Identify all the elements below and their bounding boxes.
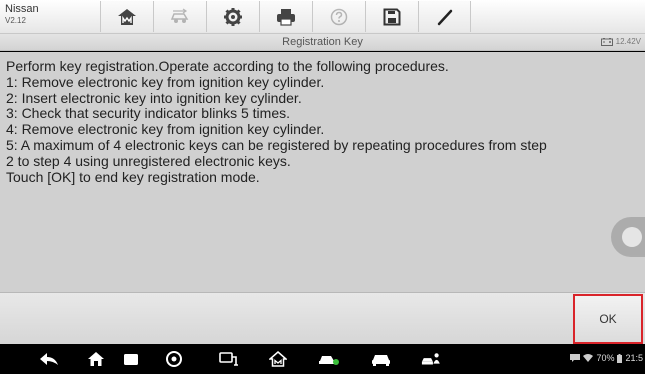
vci-button[interactable] (218, 350, 240, 368)
car-icon (372, 355, 390, 366)
printer-icon (277, 8, 295, 26)
instruction-line: Perform key registration.Operate accordi… (6, 58, 449, 74)
pen-button[interactable] (418, 1, 471, 32)
instruction-line: Touch [OK] to end key registration mode. (6, 168, 260, 185)
help-icon (330, 8, 348, 25)
instruction-line: 3: Check that security indicator blinks … (6, 105, 291, 122)
vehicle-make: Nissan (5, 3, 39, 15)
car-people-button[interactable] (421, 350, 443, 368)
chrome-button[interactable] (163, 350, 185, 368)
android-home-icon (88, 352, 104, 366)
battery-percent: 70% (596, 353, 615, 363)
toolbar-buttons (100, 1, 471, 32)
instruction-line: 2: Insert electronic key into ignition k… (6, 89, 302, 106)
car-button[interactable] (370, 350, 392, 368)
ok-button[interactable]: OK (573, 294, 643, 344)
settings-button[interactable] (206, 1, 259, 32)
back-button[interactable] (38, 350, 60, 368)
home-icon (118, 8, 136, 25)
instruction-line: 1: Remove electronic key from ignition k… (6, 73, 325, 90)
car-people-icon (421, 353, 440, 365)
car-service-button[interactable] (318, 350, 340, 368)
back-icon (40, 353, 58, 365)
vehicle-swap-icon (170, 8, 189, 23)
print-button[interactable] (259, 1, 312, 32)
vci-icon (219, 352, 238, 366)
save-button[interactable] (365, 1, 418, 32)
button-bar: OK (0, 292, 645, 344)
vehicle-info: Nissan V2.12 (5, 3, 61, 26)
device-battery-icon (617, 353, 623, 363)
instruction-line: 5: A maximum of 4 electronic keys can be… (6, 136, 547, 153)
recents-button[interactable] (120, 350, 142, 368)
android-home-button[interactable] (85, 350, 107, 368)
clock: 21:5 (625, 353, 643, 363)
wifi-icon (583, 354, 594, 362)
message-icon (570, 354, 581, 362)
autel-home-icon (269, 351, 287, 367)
status-tray: 70% 21:5 (570, 353, 643, 363)
instruction-line: 4: Remove electronic key from ignition k… (6, 121, 325, 138)
home-button[interactable] (100, 1, 153, 32)
floating-dot-icon (622, 227, 642, 247)
instruction-text: Perform key registration.Operate accordi… (6, 58, 636, 185)
help-button[interactable] (312, 1, 365, 32)
floating-assistant-handle[interactable] (611, 217, 645, 257)
chrome-icon (166, 351, 182, 367)
battery-icon (600, 37, 613, 46)
recents-icon (124, 354, 138, 365)
top-toolbar: Nissan V2.12 (0, 0, 645, 34)
save-icon (383, 8, 401, 25)
system-nav-bar: 70% 21:5 (0, 344, 645, 374)
pen-icon (437, 9, 452, 25)
vehicle-swap-button[interactable] (153, 1, 206, 32)
voltage-indicator: 12.42V (600, 37, 641, 46)
page-title: Registration Key (282, 36, 363, 48)
software-version: V2.12 (5, 16, 26, 25)
car-service-icon (319, 356, 339, 365)
autel-home-button[interactable] (267, 350, 289, 368)
voltage-value: 12.42V (615, 37, 641, 46)
instruction-line: 2 to step 4 using unregistered electroni… (6, 152, 291, 169)
settings-gear-icon (224, 7, 242, 26)
title-bar: Registration Key 12.42V (0, 34, 645, 51)
